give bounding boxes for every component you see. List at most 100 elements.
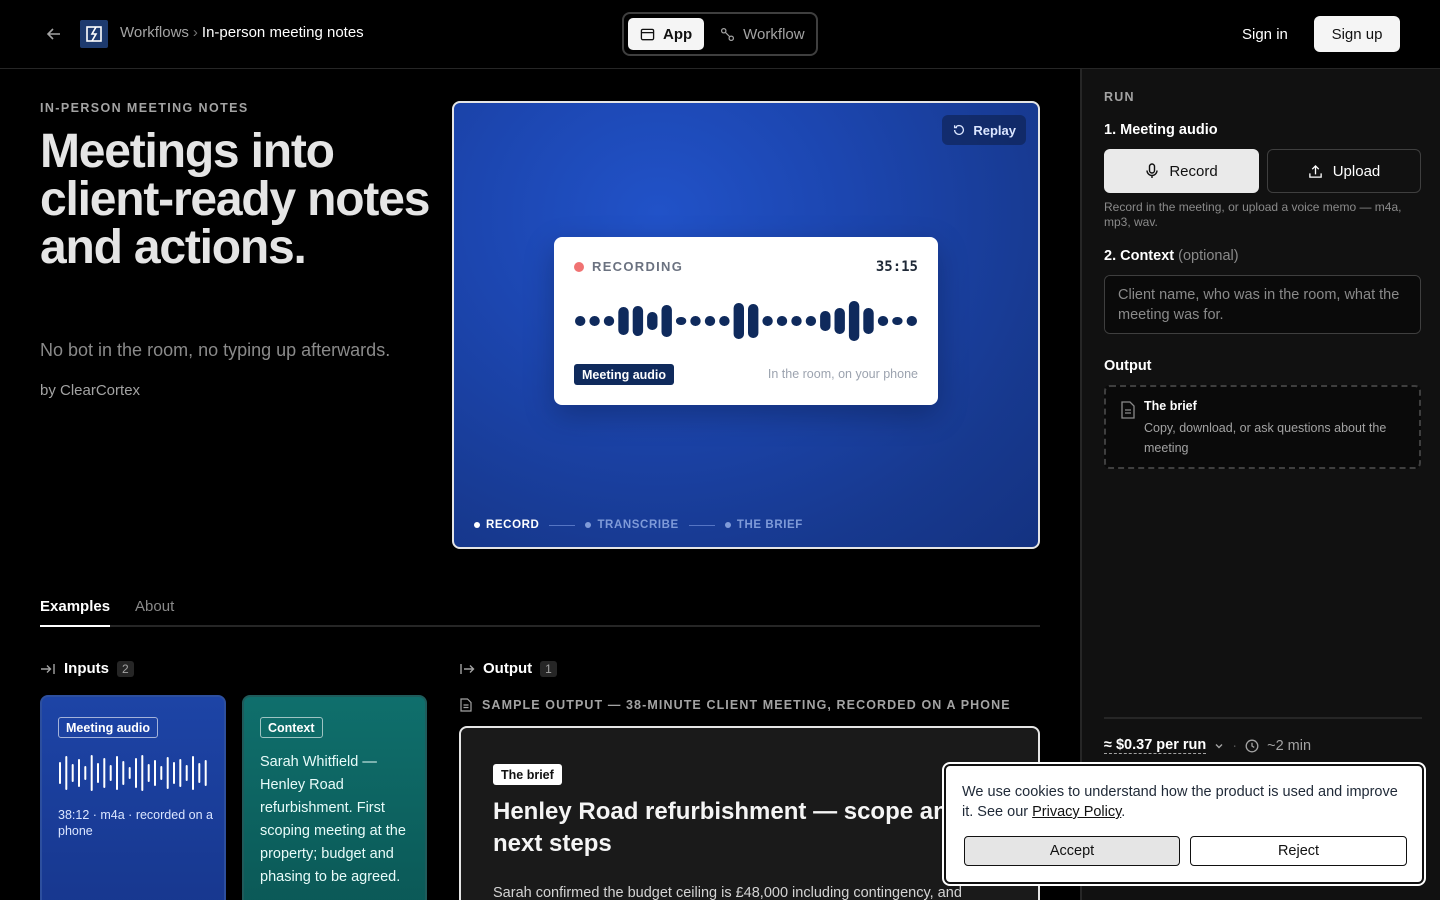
tab-about[interactable]: About	[135, 596, 174, 627]
waveform-bar	[204, 760, 207, 786]
clearcortex-logo[interactable]	[80, 20, 108, 48]
brief-body: Sarah confirmed the budget ceiling is £4…	[493, 885, 962, 900]
recording-card: RECORDING 35:15 Meeting audio In the roo…	[554, 237, 938, 405]
waveform-bar	[154, 760, 156, 786]
output-title: Output	[483, 660, 533, 677]
waveform-bar	[71, 764, 74, 782]
step-record: RECORD	[474, 519, 539, 531]
view-switcher: App Workflow	[622, 12, 818, 56]
sign-up-button[interactable]: Sign up	[1314, 16, 1400, 52]
content-tabs: Examples About	[40, 596, 1040, 627]
output-slot-desc: Copy, download, or ask questions about t…	[1144, 421, 1387, 455]
waveform-bar	[97, 763, 99, 783]
sample-output-text: SAMPLE OUTPUT — 38-MINUTE CLIENT MEETING…	[482, 698, 1011, 712]
waveform-bar	[160, 766, 163, 780]
breadcrumb-workflows[interactable]: Workflows	[120, 24, 189, 41]
context-card-tag: Context	[260, 717, 323, 738]
view-app-button[interactable]: App	[628, 18, 705, 50]
waveform-bar	[192, 756, 194, 790]
view-workflow-button[interactable]: Workflow	[708, 18, 816, 50]
view-workflow-label: Workflow	[743, 25, 805, 43]
hero-byline: by ClearCortex	[40, 382, 141, 399]
context-label: 2. Context (optional)	[1104, 248, 1239, 264]
recording-label: RECORDING	[592, 259, 684, 274]
clock-icon	[1245, 739, 1259, 752]
waveform-bar	[59, 762, 61, 784]
waveform-bar	[820, 311, 831, 331]
run-heading: RUN	[1104, 90, 1135, 104]
example-audio-card[interactable]: Meeting audio 38:12 · m4a · recorded on …	[40, 695, 226, 900]
meeting-audio-label: 1. Meeting audio	[1104, 122, 1218, 138]
waveform-bar	[675, 317, 687, 325]
audio-card-meta: 38:12 · m4a · recorded on a phone	[58, 808, 213, 838]
breadcrumb-separator: ›	[192, 24, 198, 41]
reject-cookies-button[interactable]: Reject	[1190, 836, 1407, 866]
waveform-bar	[116, 756, 118, 790]
upload-button[interactable]: Upload	[1267, 149, 1421, 193]
waveform-bar	[892, 317, 903, 325]
back-arrow-icon[interactable]	[42, 22, 66, 46]
replay-label: Replay	[973, 122, 1016, 138]
output-slot-title: The brief	[1144, 399, 1197, 413]
chevron-down-icon	[1215, 743, 1223, 748]
breadcrumb: Workflows › In-person meeting notes	[120, 24, 364, 41]
accept-cookies-button[interactable]: Accept	[964, 836, 1180, 866]
waveform-bar	[704, 316, 716, 326]
brief-tag: The brief	[493, 764, 562, 785]
waveform-bar	[877, 316, 889, 326]
waveform-bar	[661, 305, 672, 337]
separator-dot: ·	[1232, 737, 1238, 754]
sample-output-label: SAMPLE OUTPUT — 38-MINUTE CLIENT MEETING…	[460, 698, 1011, 712]
waveform-bar	[733, 303, 744, 339]
context-input[interactable]	[1104, 275, 1421, 334]
audio-help-text: Record in the meeting, or upload a voice…	[1104, 200, 1402, 229]
waveform-bar	[179, 759, 182, 787]
context-optional: (optional)	[1178, 248, 1239, 264]
waveform-bar	[848, 301, 860, 341]
sign-in-link[interactable]: Sign in	[1232, 16, 1298, 52]
waveform-bar	[135, 758, 137, 788]
meeting-audio-tag: Meeting audio	[574, 364, 675, 385]
step-dot	[474, 522, 480, 528]
waveform-bar	[632, 306, 644, 336]
time-estimate: ~2 min	[1267, 737, 1312, 754]
waveform-bar	[84, 766, 87, 780]
workflow-nodes-icon	[721, 27, 735, 41]
tab-examples[interactable]: Examples	[40, 596, 111, 627]
step-brief-label: THE BRIEF	[736, 519, 803, 531]
step-brief: THE BRIEF	[724, 519, 803, 531]
pipeline-steps: RECORD TRANSCRIBE THE BRIEF	[474, 519, 803, 531]
waveform-bar	[589, 316, 600, 326]
waveform-bar	[185, 765, 188, 781]
waveform-bar	[90, 755, 93, 791]
example-context-card[interactable]: Context Sarah Whitfield — Henley Road re…	[242, 695, 427, 900]
run-cost-row: ≈ $0.37 per run · ~2 min	[1104, 737, 1311, 754]
price-estimate[interactable]: ≈ $0.37 per run	[1104, 737, 1207, 754]
cookie-text: We use cookies to understand how the pro…	[962, 782, 1402, 822]
inputs-heading: Inputs 2	[40, 660, 134, 677]
output-heading: Output 1	[459, 660, 557, 677]
waveform-bar	[173, 762, 175, 784]
output-count: 1	[540, 660, 557, 677]
waveform-bar	[128, 767, 131, 779]
hero-eyebrow: IN-PERSON MEETING NOTES	[40, 101, 249, 115]
output-slot: The brief Copy, download, or ask questio…	[1104, 385, 1421, 469]
top-bar: Workflows › In-person meeting notes App …	[0, 0, 1440, 69]
workflow-preview: Replay RECORDING 35:15 Meeting audio In …	[452, 101, 1040, 549]
input-arrow-icon	[41, 663, 55, 674]
cookie-message: We use cookies to understand how the pro…	[962, 784, 1398, 820]
step-record-label: RECORD	[486, 519, 540, 531]
waveform-bar	[863, 308, 874, 334]
waveform-bar	[65, 756, 68, 790]
waveform-bar	[109, 765, 112, 781]
inputs-title: Inputs	[64, 660, 109, 677]
hero-subtitle: No bot in the room, no typing up afterwa…	[40, 340, 391, 360]
microphone-icon	[1146, 163, 1159, 178]
recording-indicator-dot	[574, 262, 584, 272]
step-connector	[549, 524, 576, 526]
privacy-policy-link[interactable]: Privacy Policy	[1032, 804, 1121, 820]
waveform-bar	[906, 316, 917, 326]
replay-button[interactable]: Replay	[942, 115, 1026, 145]
upload-icon	[1308, 164, 1322, 178]
record-button[interactable]: Record	[1104, 149, 1259, 193]
